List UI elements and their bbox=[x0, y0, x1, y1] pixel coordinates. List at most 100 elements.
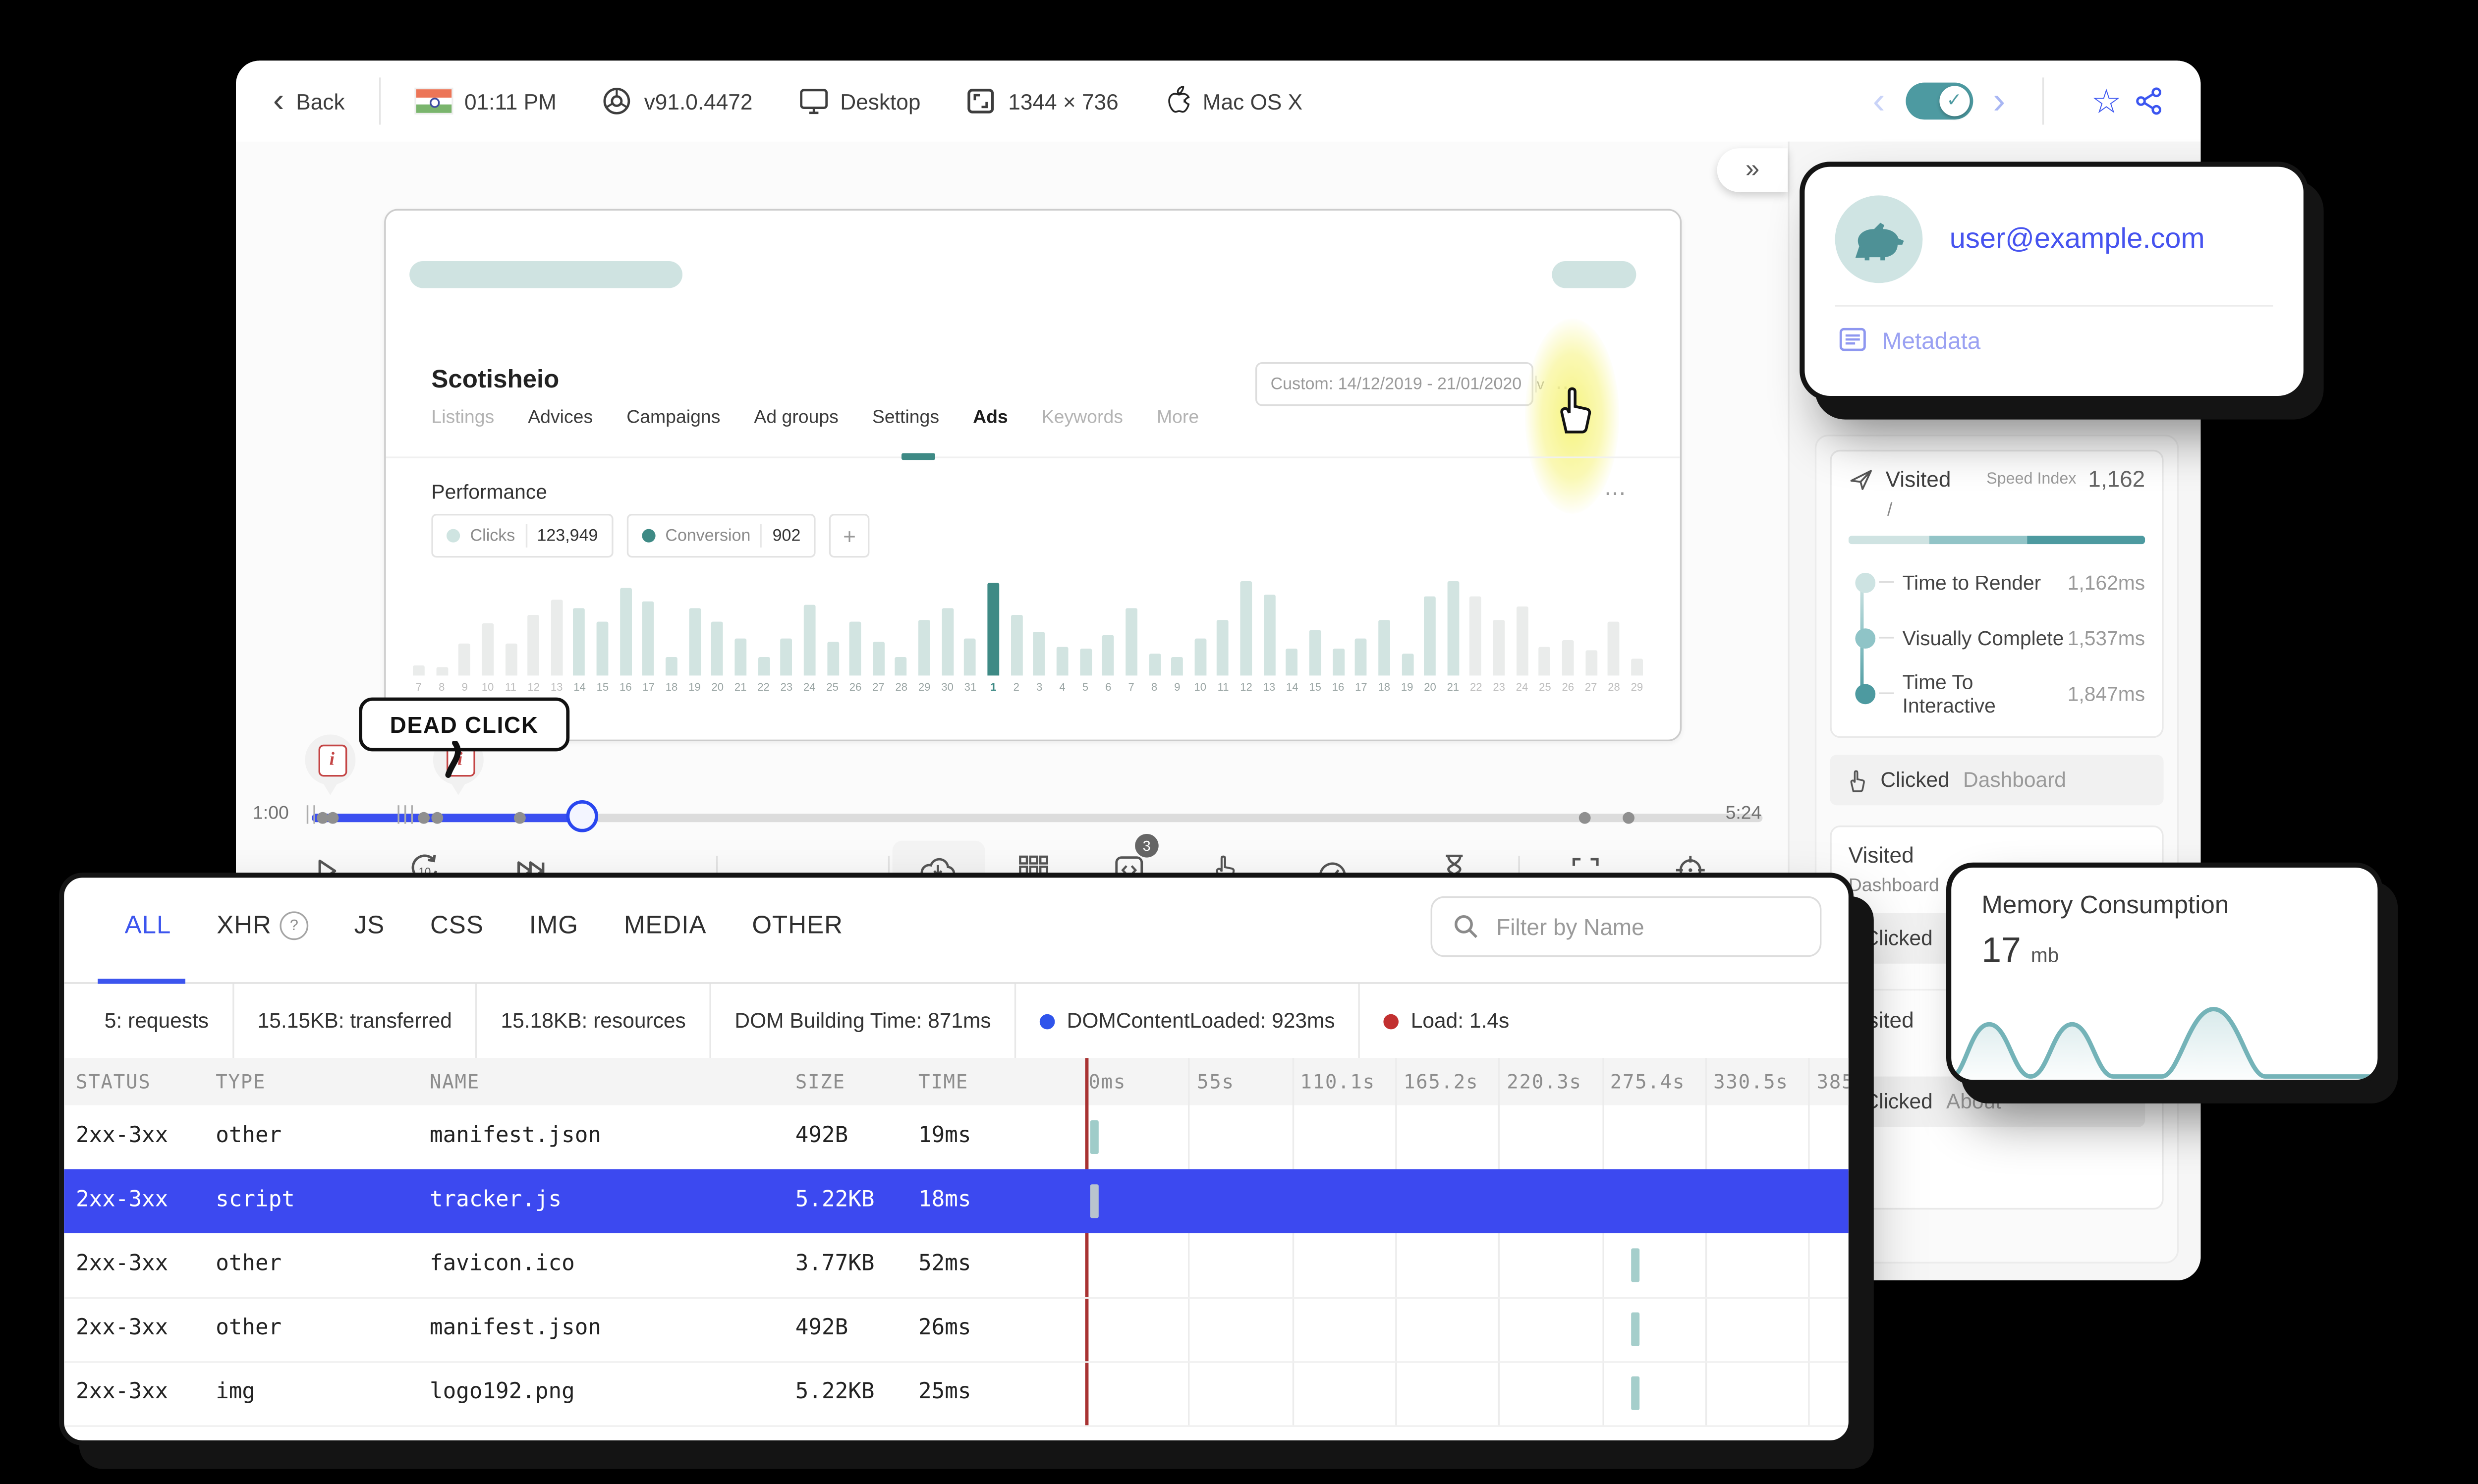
load-metrics: Time to Render 1,162ms Visually Complete… bbox=[1849, 554, 2145, 721]
resolution-item: 1344 × 736 bbox=[966, 86, 1119, 116]
timeline-event-dot[interactable] bbox=[431, 812, 444, 824]
chart-x-label: 11 bbox=[1217, 682, 1229, 694]
chart-bar-item: 23 bbox=[1490, 571, 1508, 710]
timeline-event-dot[interactable] bbox=[1623, 812, 1634, 824]
chart-x-label: 27 bbox=[872, 682, 885, 694]
timeline-total-time: 5:24 bbox=[1725, 803, 1762, 824]
cell-size: 5.22KB bbox=[795, 1379, 875, 1405]
chart-x-label: 20 bbox=[711, 682, 724, 694]
clicked-event-row[interactable]: Clicked Dashboard bbox=[1830, 755, 2164, 806]
timeline-playhead[interactable] bbox=[566, 800, 598, 832]
memory-value: 17 mb bbox=[1981, 932, 2059, 971]
back-button[interactable]: ‹ Back bbox=[273, 84, 345, 118]
chart-bar bbox=[964, 639, 976, 676]
chart-bar-item: 7 bbox=[1122, 571, 1140, 710]
metric-label: Visually Complete bbox=[1902, 626, 2064, 650]
chart-x-label: 24 bbox=[1516, 682, 1528, 694]
chart-x-label: 24 bbox=[803, 682, 816, 694]
browser-tab-campaigns[interactable]: Campaigns bbox=[626, 408, 720, 428]
metadata-button[interactable]: Metadata bbox=[1804, 307, 2303, 354]
chart-x-label: 7 bbox=[1128, 682, 1134, 694]
chart-bar-item: 31 bbox=[961, 571, 979, 710]
visited-event-card[interactable]: Visited Speed Index 1,162 / Time to Rend… bbox=[1830, 449, 2164, 738]
browser-tab-keywords[interactable]: Keywords bbox=[1042, 408, 1123, 428]
chart-bar bbox=[1539, 647, 1551, 676]
event-label: Clicked bbox=[1863, 1090, 1933, 1114]
chart-bar bbox=[1332, 648, 1344, 676]
chart-bar-item: 17 bbox=[639, 571, 658, 710]
add-metric-button[interactable]: + bbox=[829, 514, 870, 558]
event-label: Visited bbox=[1885, 466, 1951, 492]
issue-info-icon: i bbox=[317, 744, 346, 777]
network-table-row[interactable]: 2xx-3xx other manifest.json 492B 19ms bbox=[64, 1105, 1849, 1171]
browser-tab-ad-groups[interactable]: Ad groups bbox=[754, 408, 839, 428]
autoplay-toggle[interactable]: ✓ bbox=[1905, 82, 1973, 120]
chart-bar bbox=[688, 607, 701, 676]
chart-x-label: 16 bbox=[619, 682, 632, 694]
metric-value: 1,847ms bbox=[2067, 681, 2145, 705]
browser-tab-settings[interactable]: Settings bbox=[872, 408, 939, 428]
chart-x-label: 8 bbox=[439, 682, 445, 694]
network-table-row[interactable]: 2xx-3xx other favicon.ico 3.77KB 52ms bbox=[64, 1233, 1849, 1299]
chart-bar-item: 1 bbox=[984, 571, 1003, 710]
timeline-event-dot[interactable] bbox=[327, 812, 339, 824]
chart-bar bbox=[436, 667, 448, 676]
chart-bar-item: 12 bbox=[524, 571, 543, 710]
chart-bar bbox=[1125, 608, 1137, 676]
network-table-row[interactable]: 2xx-3xx img logo192.png 5.22KB 25ms bbox=[64, 1361, 1849, 1427]
sidebar-collapse-button[interactable]: » bbox=[1717, 148, 1788, 192]
memory-title: Memory Consumption bbox=[1981, 891, 2229, 920]
chart-bar bbox=[1355, 639, 1367, 676]
chart-bar-item: 9 bbox=[1168, 571, 1186, 710]
chart-x-label: 8 bbox=[1151, 682, 1158, 694]
previous-session-button[interactable]: ‹ bbox=[1869, 82, 1889, 120]
timeline-progress bbox=[312, 814, 578, 823]
chart-bar bbox=[941, 607, 954, 676]
browser-tab-more[interactable]: More bbox=[1157, 408, 1199, 428]
chrome-icon bbox=[604, 88, 631, 114]
cell-time: 19ms bbox=[918, 1123, 971, 1149]
chart-bar-item: 2 bbox=[1007, 571, 1025, 710]
chart-bar bbox=[1401, 654, 1413, 676]
metric-chip-clicks[interactable]: Clicks 123,949 bbox=[431, 514, 614, 558]
network-table-row[interactable]: 2xx-3xx other manifest.json 492B 26ms bbox=[64, 1297, 1849, 1363]
chart-x-label: 18 bbox=[665, 682, 678, 694]
apple-icon bbox=[1168, 86, 1189, 113]
date-range-filter[interactable]: Custom: 14/12/2019 - 21/01/2020 v bbox=[1255, 362, 1544, 406]
issue-marker[interactable]: i bbox=[305, 734, 356, 795]
chart-bar-item: 30 bbox=[938, 571, 957, 710]
avatar bbox=[1835, 195, 1923, 283]
chart-bar-item: 28 bbox=[892, 571, 910, 710]
india-flag-icon bbox=[413, 87, 453, 115]
timeline-event-dot[interactable] bbox=[418, 812, 430, 824]
timeline-hatch bbox=[404, 805, 406, 824]
chart-bar-item: 21 bbox=[731, 571, 749, 710]
favorite-star-icon[interactable]: ☆ bbox=[2091, 80, 2122, 122]
cell-status: 2xx-3xx bbox=[76, 1252, 169, 1277]
chart-x-label: 16 bbox=[1332, 682, 1345, 694]
waterfall-bar bbox=[1631, 1376, 1639, 1410]
chevron-left-icon: ‹ bbox=[273, 82, 284, 120]
cell-status: 2xx-3xx bbox=[76, 1379, 169, 1405]
browser-tab-ads[interactable]: Ads bbox=[973, 408, 1008, 428]
browser-tab-listings[interactable]: Listings bbox=[431, 408, 494, 428]
cell-status: 2xx-3xx bbox=[76, 1316, 169, 1341]
share-icon[interactable] bbox=[2135, 86, 2164, 116]
chart-x-label: 30 bbox=[941, 682, 954, 694]
chart-x-label: 9 bbox=[461, 682, 468, 694]
chart-x-label: 1 bbox=[990, 682, 997, 694]
cell-name: logo192.png bbox=[430, 1379, 575, 1405]
chart-bar-item: 10 bbox=[478, 571, 497, 710]
section-more-button[interactable]: ⋯ bbox=[1604, 480, 1626, 507]
chart-bar bbox=[1102, 635, 1115, 676]
timeline-event-dot[interactable] bbox=[514, 812, 526, 824]
speed-index-label: Speed Index bbox=[1986, 470, 2077, 489]
timeline-event-dot[interactable] bbox=[1578, 812, 1591, 824]
chart-bar bbox=[1240, 581, 1252, 676]
next-session-button[interactable]: › bbox=[1989, 82, 2009, 120]
metric-chip-conversion[interactable]: Conversion 902 bbox=[626, 514, 816, 558]
chart-x-label: 17 bbox=[642, 682, 655, 694]
browser-tab-advices[interactable]: Advices bbox=[528, 408, 593, 428]
chart-bar-item: 6 bbox=[1099, 571, 1118, 710]
network-table-row[interactable]: 2xx-3xx script tracker.js 5.22KB 18ms bbox=[64, 1169, 1849, 1233]
